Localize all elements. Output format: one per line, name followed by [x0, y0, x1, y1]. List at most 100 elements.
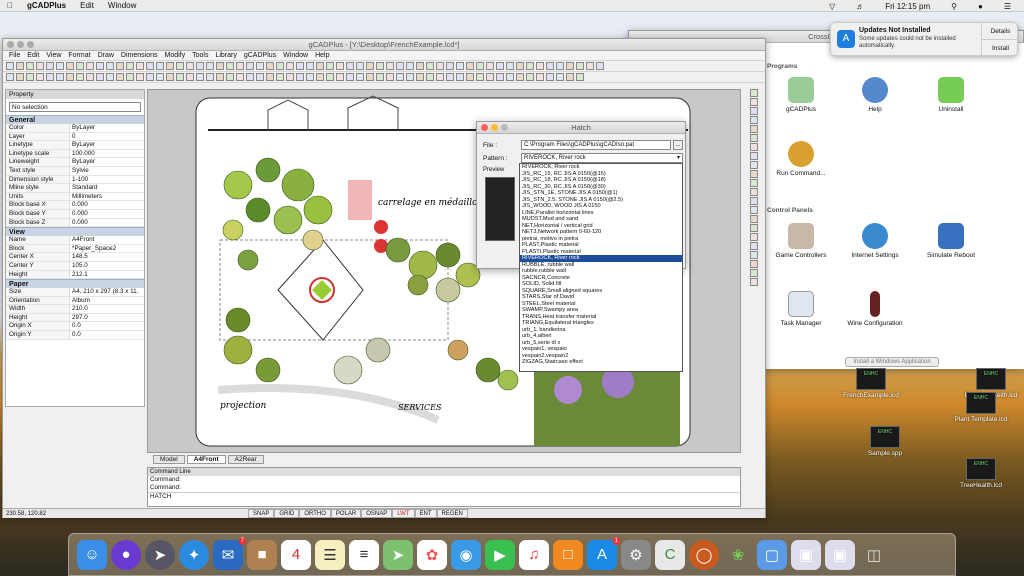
modify-tool-icon[interactable] [750, 215, 758, 223]
menu-file[interactable]: File [9, 52, 20, 59]
menubar-app-name[interactable]: gCADPlus [27, 1, 66, 10]
photos-icon[interactable]: ✿ [417, 539, 447, 570]
toolbar-tool-icon[interactable] [96, 62, 104, 70]
modify-tool-icon[interactable] [750, 161, 758, 169]
gcadplus-dock-icon[interactable]: C [655, 539, 685, 570]
toolbar-tool-icon[interactable] [416, 73, 424, 81]
modify-tool-icon[interactable] [750, 98, 758, 106]
toolbar-tool-icon[interactable] [516, 62, 524, 70]
plant-symbol[interactable] [255, 357, 281, 383]
property-value[interactable]: Millimeters [70, 192, 144, 201]
plant-symbol[interactable] [497, 369, 519, 391]
toolbar-tool-icon[interactable] [296, 62, 304, 70]
toolbar-tool-icon[interactable] [306, 62, 314, 70]
status-toggle-ent[interactable]: ENT [414, 509, 437, 518]
hatch-pattern-dropdown[interactable]: RIVEROCK, River rock ▾ [521, 153, 683, 163]
program-run-command[interactable]: Run Command... [771, 141, 831, 177]
toolbar-tool-icon[interactable] [106, 62, 114, 70]
toolbar-tool-icon[interactable] [56, 73, 64, 81]
toolbar-tool-icon[interactable] [436, 62, 444, 70]
toolbar-tool-icon[interactable] [146, 62, 154, 70]
toolbar-tool-icon[interactable] [46, 73, 54, 81]
control-task-manager[interactable]: Task Manager [771, 291, 831, 327]
toolbar-tool-icon[interactable] [46, 62, 54, 70]
property-value[interactable]: 0.000 [70, 201, 144, 209]
toolbar-tool-icon[interactable] [236, 73, 244, 81]
calendar-icon[interactable]: 4 [281, 539, 311, 570]
menubar-clock[interactable]: Fri 12:15 pm [885, 2, 930, 11]
paper-row[interactable]: Width 210.0 [6, 305, 144, 314]
paper-row[interactable]: Orientation Album [6, 296, 144, 306]
notification-details-button[interactable]: Details [982, 23, 1019, 40]
toolbar-tool-icon[interactable] [426, 73, 434, 81]
toolbar-tool-icon[interactable] [26, 73, 34, 81]
general-row[interactable]: Layer 0 [6, 132, 144, 142]
toolbar-tool-icon[interactable] [26, 62, 34, 70]
general-section-header[interactable]: General [6, 115, 144, 124]
toolbar-tool-icon[interactable] [406, 73, 414, 81]
toolbar-tool-icon[interactable] [356, 62, 364, 70]
toolbar-tool-icon[interactable] [216, 62, 224, 70]
modify-tool-icon[interactable] [750, 107, 758, 115]
toolbar-tool-icon[interactable] [546, 73, 554, 81]
minimize-dialog-icon[interactable] [491, 124, 498, 131]
property-value[interactable]: ByLayer [70, 158, 144, 166]
toolbar-tool-icon[interactable] [346, 73, 354, 81]
paper-row[interactable]: Size A4, 210 x 297 (8.3 x 11. [6, 288, 144, 297]
zoom-dialog-icon[interactable] [501, 124, 508, 131]
desktop-file-sample[interactable]: ENHC Sample.spp [850, 426, 920, 457]
desktop-file-plant-template[interactable]: ENHC Plant Template.lcd [946, 392, 1016, 423]
plant-symbol[interactable] [303, 195, 333, 225]
hatch-browse-button[interactable]: ... [673, 140, 683, 150]
property-value[interactable]: ByLayer [70, 141, 144, 149]
modify-tool-icon[interactable] [750, 152, 758, 160]
toolbar-tool-icon[interactable] [76, 62, 84, 70]
toolbar-tool-icon[interactable] [546, 62, 554, 70]
toolbar-tool-icon[interactable] [236, 62, 244, 70]
modify-tool-icon[interactable] [750, 179, 758, 187]
close-window-icon[interactable] [7, 41, 14, 48]
view-row[interactable]: Name A4Front [6, 236, 144, 245]
menu-library[interactable]: Library [215, 52, 236, 59]
wifi-icon[interactable]: ▽ [829, 2, 835, 11]
property-value[interactable]: 0.0 [70, 322, 144, 331]
command-input[interactable]: HATCH [148, 492, 740, 501]
toolbar-tool-icon[interactable] [506, 62, 514, 70]
toolbar-tool-icon[interactable] [476, 73, 484, 81]
toolbar-tool-icon[interactable] [316, 62, 324, 70]
safari-icon[interactable]: ✦ [179, 539, 209, 570]
toolbar-tool-icon[interactable] [456, 62, 464, 70]
toolbar-tool-icon[interactable] [256, 73, 264, 81]
toolbar-tool-icon[interactable] [436, 73, 444, 81]
toolbar-tool-icon[interactable] [276, 73, 284, 81]
plant-symbol[interactable] [281, 168, 315, 202]
modify-tool-icon[interactable] [750, 89, 758, 97]
plant-symbol[interactable] [223, 170, 253, 200]
modify-tool-icon[interactable] [750, 251, 758, 259]
paper-row[interactable]: Origin Y 0.0 [6, 331, 144, 340]
menu-edit[interactable]: Edit [27, 52, 39, 59]
property-value[interactable]: *Paper_Space2 [70, 244, 144, 253]
plant-symbol[interactable] [333, 355, 363, 385]
toolbar-tool-icon[interactable] [556, 62, 564, 70]
menu-tools[interactable]: Tools [192, 52, 208, 59]
toolbar-tool-icon[interactable] [76, 73, 84, 81]
property-value[interactable]: Sylvie [70, 166, 144, 175]
toolbar-tool-icon[interactable] [226, 62, 234, 70]
plant-symbol[interactable] [222, 219, 244, 241]
toolbar-tool-icon[interactable] [246, 62, 254, 70]
program-uninstall[interactable]: Uninstall [921, 77, 981, 113]
toolbar-tool-icon[interactable] [566, 62, 574, 70]
selection-dropdown[interactable]: No selection [9, 102, 141, 112]
toolbar-tool-icon[interactable] [386, 62, 394, 70]
window-thumbnail-icon[interactable]: ▣ [791, 539, 821, 570]
music-icon[interactable]: ♫ [519, 539, 549, 570]
toolbar-tool-icon[interactable] [446, 62, 454, 70]
toolbar-tool-icon[interactable] [396, 62, 404, 70]
toolbar-tool-icon[interactable] [266, 73, 274, 81]
notes-icon[interactable]: ☰ [315, 539, 345, 570]
property-value[interactable]: A4Front [70, 236, 144, 244]
toolbar-tool-icon[interactable] [366, 62, 374, 70]
notification-install-button[interactable]: Install [982, 40, 1019, 57]
property-value[interactable]: 297.0 [70, 313, 144, 322]
